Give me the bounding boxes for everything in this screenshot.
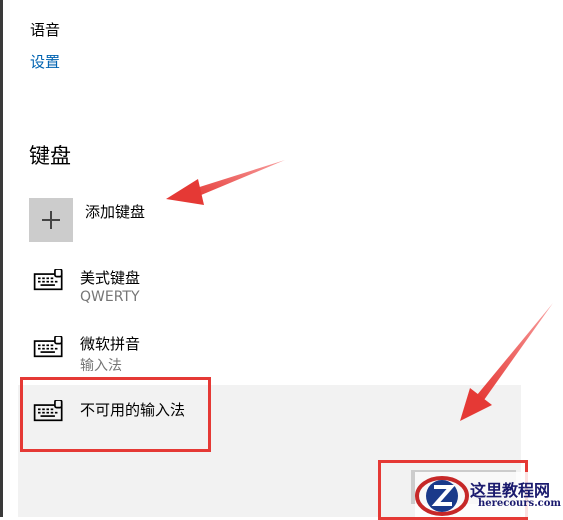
- watermark-url: herecours.com: [478, 498, 562, 509]
- annotation-arrow: [460, 303, 553, 421]
- annotation-arrow: [166, 160, 285, 205]
- annotation-arrows: [166, 160, 553, 421]
